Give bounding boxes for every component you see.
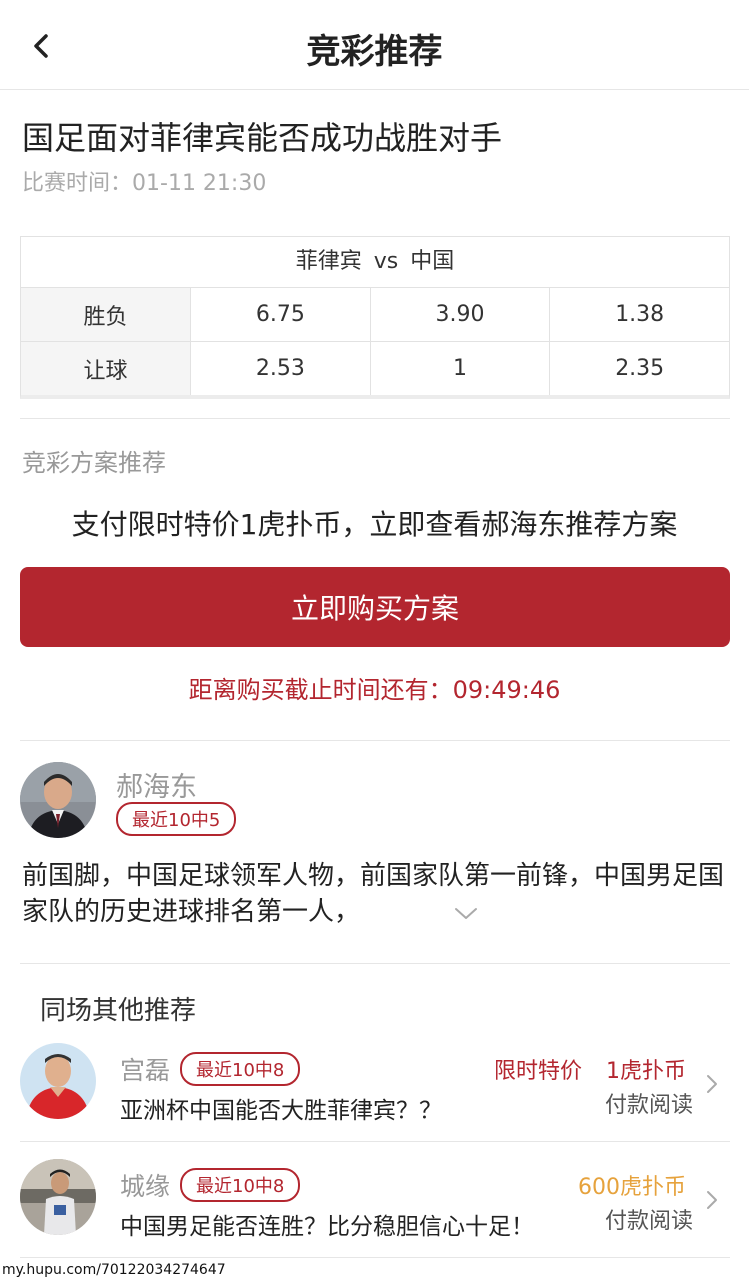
odds-row-label: 让球 [21, 342, 191, 395]
chevron-right-icon [707, 1075, 717, 1093]
countdown-label: 距离购买截止时间还有： [188, 676, 453, 704]
odds-table-header: 菲律宾 vs 中国 [21, 237, 729, 288]
odds-table: 菲律宾 vs 中国 胜负 6.75 3.90 1.38 让球 2.53 1 2.35 [20, 236, 730, 399]
watermark-url: my.hupu.com/70122034274647 [0, 1262, 228, 1278]
odds-row-handicap: 让球 2.53 1 2.35 [21, 342, 729, 395]
match-time-label: 比赛时间： [22, 171, 133, 196]
recommendation-question: 亚洲杯中国能否大胜菲律宾？？ [120, 1098, 442, 1124]
promo-text: 支付限时特价1虎扑币，立即查看郝海东推荐方案 [71, 508, 678, 541]
chevron-right-icon [707, 1191, 717, 1209]
price: 600虎扑币 [578, 1175, 686, 1200]
expert-record-badge: 最近10中5 [116, 802, 237, 836]
pay-to-read-label: 付款阅读 [604, 1093, 693, 1118]
match-title: 国足面对菲律宾能否成功战胜对手 [22, 119, 503, 157]
divider [20, 963, 730, 964]
odds-cell-win[interactable]: 2.53 [191, 342, 371, 395]
avatar [20, 1043, 96, 1119]
match-time: 比赛时间：01-11 21:30 [22, 165, 266, 197]
other-recommendations-title: 同场其他推荐 [40, 996, 197, 1026]
away-team: 中国 [410, 249, 455, 274]
odds-cell-draw[interactable]: 3.90 [371, 288, 551, 341]
top-bar: 竞彩推荐 [0, 0, 749, 90]
vs-label: vs [373, 249, 399, 274]
person-avatar-icon [20, 1159, 96, 1235]
avatar [20, 1159, 96, 1235]
chevron-down-icon[interactable] [453, 905, 479, 923]
expert-avatar[interactable] [20, 762, 96, 838]
odds-row-win-lose: 胜负 6.75 3.90 1.38 [21, 288, 729, 342]
odds-cell-lose[interactable]: 2.35 [550, 342, 729, 395]
recommender-name: 宫磊 [120, 1056, 171, 1085]
odds-row-label: 胜负 [21, 288, 191, 341]
home-team: 菲律宾 [295, 249, 362, 274]
plan-section-label: 竞彩方案推荐 [22, 449, 166, 477]
special-price-tag: 限时特价 [494, 1059, 583, 1084]
expert-description: 前国脚，中国足球领军人物，前国家队第一前锋，中国男足国家队的历史进球排名第一人， [22, 861, 725, 927]
person-avatar-icon [20, 762, 96, 838]
odds-cell-lose[interactable]: 1.38 [550, 288, 729, 341]
purchase-countdown: 距离购买截止时间还有：09:49:46 [0, 670, 749, 705]
pay-to-read-label: 付款阅读 [604, 1209, 693, 1234]
record-badge: 最近10中8 [180, 1052, 301, 1086]
page-title: 竞彩推荐 [306, 32, 443, 72]
recommendation-question: 中国男足能否连胜？比分稳胆信心十足！ [120, 1214, 534, 1240]
divider [20, 740, 730, 741]
expert-name[interactable]: 郝海东 [116, 765, 197, 804]
divider [20, 1141, 730, 1142]
divider [20, 418, 730, 419]
odds-cell-draw[interactable]: 1 [371, 342, 551, 395]
countdown-value: 09:49:46 [452, 676, 561, 704]
buy-plan-button[interactable]: 立即购买方案 [20, 567, 730, 647]
divider [20, 1257, 730, 1258]
person-avatar-icon [20, 1043, 96, 1119]
price: 1虎扑币 [606, 1059, 686, 1084]
record-badge: 最近10中8 [180, 1168, 301, 1202]
recommender-name: 城缘 [120, 1172, 171, 1201]
odds-cell-win[interactable]: 6.75 [191, 288, 371, 341]
match-time-value: 01-11 21:30 [132, 171, 267, 196]
